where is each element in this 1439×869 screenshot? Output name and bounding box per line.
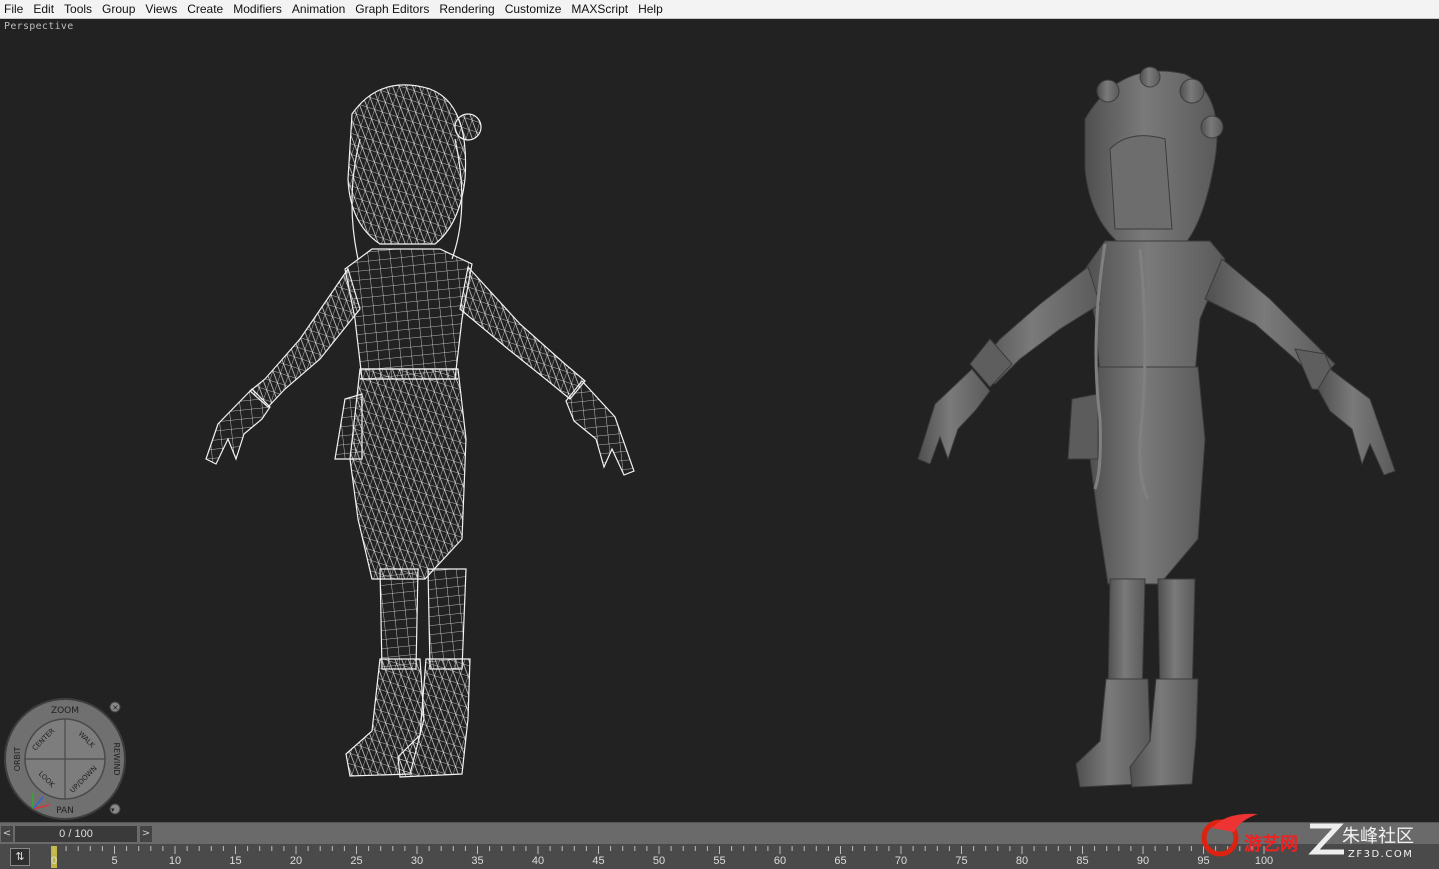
tick-label: 85: [1076, 855, 1089, 867]
menu-graph-editors[interactable]: Graph Editors: [351, 0, 435, 18]
wheel-pan[interactable]: PAN: [56, 806, 74, 816]
tick-label: 70: [894, 855, 908, 867]
tick-label: 10: [168, 855, 182, 867]
tick-label: 55: [713, 855, 726, 867]
tick-label: 65: [834, 855, 847, 867]
tick-label: 40: [531, 855, 545, 867]
tick-label: 30: [410, 855, 424, 867]
tick-label: 25: [350, 855, 363, 867]
tick-label: 90: [1136, 855, 1150, 867]
wheel-rewind[interactable]: REWIND: [112, 742, 121, 775]
menu-views[interactable]: Views: [141, 0, 183, 18]
tick-label: 60: [773, 855, 787, 867]
tick-label: 80: [1015, 855, 1029, 867]
wheel-close-icon[interactable]: ×: [112, 703, 119, 712]
menu-group[interactable]: Group: [98, 0, 141, 18]
menu-customize[interactable]: Customize: [501, 0, 568, 18]
tick-label: 75: [955, 855, 968, 867]
prev-frame-button[interactable]: <: [1, 826, 13, 842]
menu-animation[interactable]: Animation: [288, 0, 351, 18]
tick-label: 5: [111, 855, 118, 867]
tick-label: 15: [229, 855, 242, 867]
watermark-logo: 游艺网 朱峰社区 ZF3D.COM: [1201, 813, 1414, 860]
next-frame-button[interactable]: >: [140, 826, 152, 842]
menu-file[interactable]: File: [0, 0, 29, 18]
menu-modifiers[interactable]: Modifiers: [229, 0, 288, 18]
watermark-site: ZF3D.COM: [1348, 849, 1413, 860]
wheel-orbit[interactable]: ORBIT: [13, 747, 22, 772]
watermark-cn1: 游艺网: [1244, 833, 1298, 855]
menu-help[interactable]: Help: [634, 0, 669, 18]
menu-create[interactable]: Create: [183, 0, 229, 18]
menu-rendering[interactable]: Rendering: [435, 0, 500, 18]
steering-wheel-navigator[interactable]: × ▾ ZOOM PAN ORBIT REWIND CENTER WALK LO…: [3, 697, 127, 821]
tick-label: 20: [289, 855, 303, 867]
tick-label: 50: [652, 855, 666, 867]
menu-tools[interactable]: Tools: [60, 0, 98, 18]
tick-label: 45: [592, 855, 605, 867]
shaded-character-model[interactable]: [0, 19, 1439, 822]
time-slider[interactable]: 0 / 100: [15, 826, 137, 842]
perspective-viewport[interactable]: Perspective × ▾ ZOOM PAN ORBIT REWIND CE…: [0, 19, 1439, 822]
menu-maxscript[interactable]: MAXScript: [567, 0, 634, 18]
menu-bar: File Edit Tools Group Views Create Modifiers An…: [0, 0, 1439, 19]
wheel-zoom[interactable]: ZOOM: [51, 706, 79, 716]
tick-label: 35: [471, 855, 484, 867]
watermark-cn2: 朱峰社区: [1342, 826, 1414, 847]
menu-edit[interactable]: Edit: [29, 0, 60, 18]
wheel-menu-icon[interactable]: ▾: [111, 806, 115, 814]
tick-label: 0: [50, 855, 58, 867]
